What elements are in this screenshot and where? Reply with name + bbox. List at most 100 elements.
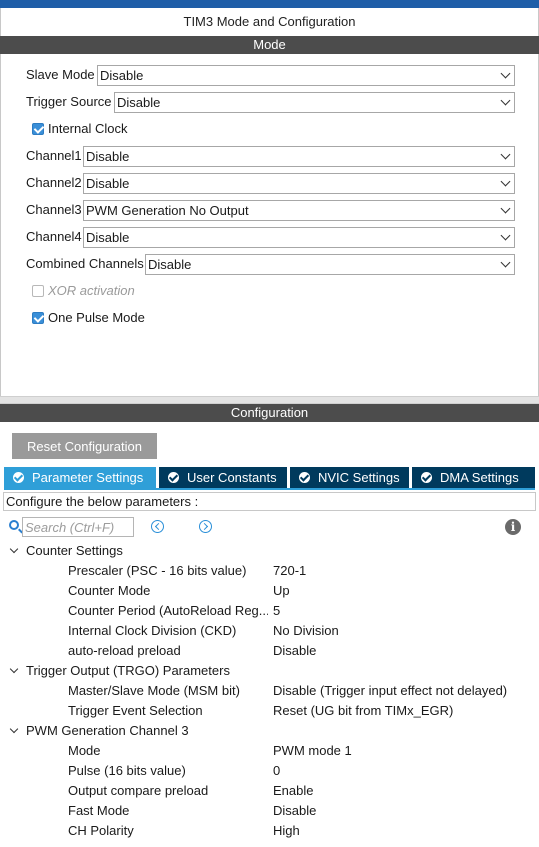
param-name: Mode [68, 743, 101, 758]
check-circle-icon [13, 472, 24, 483]
caret-down-icon [9, 724, 19, 734]
param-name: Output compare preload [68, 783, 209, 798]
channel2-select[interactable]: Disable [83, 173, 515, 194]
group-title: Trigger Output (TRGO) Parameters [26, 663, 230, 678]
channel2-value: Disable [86, 176, 130, 191]
check-icon [32, 123, 44, 135]
configuration-section-header: Configuration [0, 404, 539, 422]
param-row[interactable]: Counter Period (AutoReload Reg... 5 [0, 601, 539, 621]
channel3-row: Channel3 PWM Generation No Output [26, 199, 515, 221]
param-row[interactable]: Counter Mode Up [0, 581, 539, 601]
param-row[interactable]: Internal Clock Division (CKD) No Divisio… [0, 621, 539, 641]
param-row[interactable]: Pulse (16 bits value) 0 [0, 761, 539, 781]
chevron-down-icon [500, 149, 511, 160]
channel2-label: Channel2 [26, 175, 82, 190]
trigger-source-row: Trigger Source Disable [26, 91, 515, 113]
param-value[interactable]: Disable [273, 641, 316, 661]
tab-user-constants[interactable]: User Constants [159, 467, 287, 488]
tab-dma-settings[interactable]: DMA Settings [412, 467, 535, 488]
combined-channels-value: Disable [148, 257, 192, 272]
slave-mode-select[interactable]: Disable [97, 65, 515, 86]
group-title: PWM Generation Channel 3 [26, 723, 189, 738]
group-title: Counter Settings [26, 543, 123, 558]
previous-icon[interactable] [151, 520, 164, 533]
search-icon[interactable] [9, 520, 19, 530]
group-pwm-channel3[interactable]: PWM Generation Channel 3 [0, 721, 539, 741]
param-value[interactable]: PWM mode 1 [273, 741, 352, 761]
param-row[interactable]: auto-reload preload Disable [0, 641, 539, 661]
channel3-label: Channel3 [26, 202, 82, 217]
param-value[interactable]: High [273, 821, 300, 841]
param-value[interactable]: Up [273, 581, 290, 601]
param-value[interactable]: Disable [273, 801, 316, 821]
param-value[interactable]: 720-1 [273, 561, 306, 581]
one-pulse-mode-checkbox[interactable]: One Pulse Mode [32, 309, 232, 329]
check-circle-icon [421, 472, 432, 483]
param-value[interactable]: Enable [273, 781, 313, 801]
channel3-select[interactable]: PWM Generation No Output [83, 200, 515, 221]
info-icon[interactable]: i [505, 519, 521, 535]
tab-label: DMA Settings [440, 470, 519, 485]
tab-underline [4, 488, 535, 490]
caret-down-icon [9, 664, 19, 674]
config-tabs: Parameter Settings User Constants NVIC S… [4, 467, 535, 488]
param-name: Counter Period (AutoReload Reg... [68, 603, 268, 618]
next-icon[interactable] [199, 520, 212, 533]
tab-label: User Constants [187, 470, 277, 485]
xor-activation-checkbox: XOR activation [32, 282, 232, 302]
param-value[interactable]: 5 [273, 601, 280, 621]
slave-mode-value: Disable [100, 68, 144, 83]
slave-mode-label: Slave Mode [26, 67, 95, 82]
tab-parameter-settings[interactable]: Parameter Settings [4, 467, 156, 488]
param-name: Fast Mode [68, 803, 130, 818]
param-value[interactable]: Disable (Trigger input effect not delaye… [273, 681, 507, 701]
group-counter-settings[interactable]: Counter Settings [0, 541, 539, 561]
panel-splitter[interactable] [0, 396, 539, 404]
channel1-select[interactable]: Disable [83, 146, 515, 167]
tab-label: Parameter Settings [32, 470, 144, 485]
channel1-value: Disable [86, 149, 130, 164]
param-row[interactable]: Master/Slave Mode (MSM bit) Disable (Tri… [0, 681, 539, 701]
trigger-source-label: Trigger Source [26, 94, 112, 109]
caret-down-icon [9, 544, 19, 554]
param-name: Trigger Event Selection [68, 703, 203, 718]
param-value[interactable]: 0 [273, 761, 280, 781]
tab-label: NVIC Settings [318, 470, 400, 485]
param-name: Internal Clock Division (CKD) [68, 623, 237, 638]
channel4-label: Channel4 [26, 229, 82, 244]
channel3-value: PWM Generation No Output [86, 203, 249, 218]
param-row[interactable]: Fast Mode Disable [0, 801, 539, 821]
channel4-select[interactable]: Disable [83, 227, 515, 248]
top-accent-bar [0, 0, 539, 8]
internal-clock-label: Internal Clock [48, 121, 128, 136]
one-pulse-mode-label: One Pulse Mode [48, 310, 145, 325]
param-row[interactable]: Prescaler (PSC - 16 bits value) 720-1 [0, 561, 539, 581]
param-row[interactable]: Trigger Event Selection Reset (UG bit fr… [0, 701, 539, 721]
param-row[interactable]: Output compare preload Enable [0, 781, 539, 801]
combined-channels-select[interactable]: Disable [145, 254, 515, 275]
param-value[interactable]: Reset (UG bit from TIMx_EGR) [273, 701, 453, 721]
params-header: Configure the below parameters : [3, 492, 536, 511]
group-trigger-output[interactable]: Trigger Output (TRGO) Parameters [0, 661, 539, 681]
channel4-row: Channel4 Disable [26, 226, 515, 248]
tab-nvic-settings[interactable]: NVIC Settings [290, 467, 409, 488]
param-row[interactable]: Mode PWM mode 1 [0, 741, 539, 761]
mode-section-header: Mode [0, 36, 539, 54]
combined-channels-row: Combined Channels Disable [26, 253, 515, 275]
param-row[interactable]: CH Polarity High [0, 821, 539, 841]
search-input[interactable] [22, 517, 134, 537]
param-name: CH Polarity [68, 823, 134, 838]
slave-mode-row: Slave Mode Disable [26, 64, 515, 86]
reset-configuration-button[interactable]: Reset Configuration [12, 433, 157, 459]
param-name: Counter Mode [68, 583, 151, 598]
chevron-down-icon [500, 230, 511, 241]
chevron-down-icon [500, 203, 511, 214]
param-value[interactable]: No Division [273, 621, 339, 641]
combined-channels-label: Combined Channels [26, 256, 144, 271]
channel1-label: Channel1 [26, 148, 82, 163]
chevron-down-icon [500, 257, 511, 268]
trigger-source-select[interactable]: Disable [114, 92, 515, 113]
internal-clock-checkbox[interactable]: Internal Clock [32, 120, 232, 140]
param-name: auto-reload preload [68, 643, 181, 658]
check-circle-icon [168, 472, 179, 483]
